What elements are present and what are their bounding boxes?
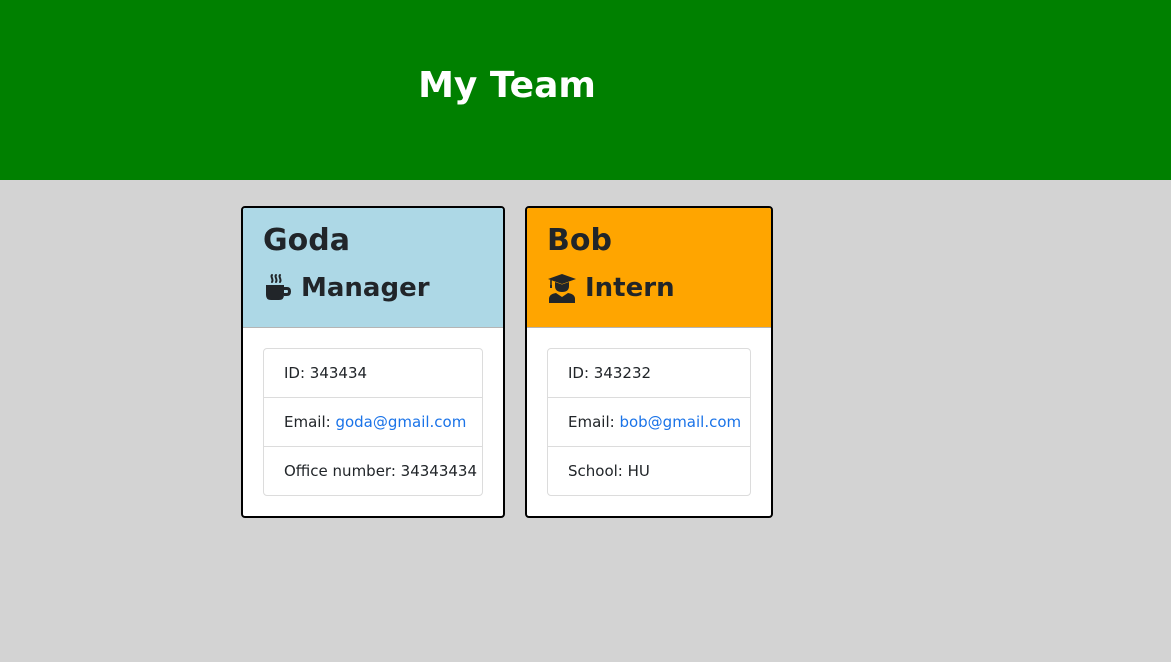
list-item-email: Email: bob@gmail.com — [548, 397, 750, 446]
list-item-email: Email: goda@gmail.com — [264, 397, 482, 446]
email-label: Email: — [284, 413, 336, 431]
card-header: Goda Manager — [243, 208, 503, 328]
role-label: Intern — [585, 273, 675, 303]
employee-name: Goda — [263, 223, 350, 258]
coffee-mug-icon — [263, 273, 293, 303]
list-item-office-number: Office number: 34343434 — [264, 446, 482, 495]
office-number-label: Office number: — [284, 462, 401, 480]
employee-card-intern: Bob Intern ID: 343232 Email: bob@gmail.c… — [525, 206, 773, 518]
email-label: Email: — [568, 413, 620, 431]
id-label: ID: — [568, 364, 594, 382]
page-title: My Team — [418, 65, 596, 106]
graduate-icon — [547, 273, 577, 303]
id-label: ID: — [284, 364, 310, 382]
office-number-value: 34343434 — [400, 462, 478, 480]
id-value: 343434 — [309, 364, 368, 382]
list-item-id: ID: 343434 — [264, 349, 482, 397]
role-label: Manager — [301, 273, 430, 303]
list-item-id: ID: 343232 — [548, 349, 750, 397]
employee-name: Bob — [547, 223, 612, 258]
card-header: Bob Intern — [527, 208, 771, 328]
list-item-school: School: HU — [548, 446, 750, 495]
employee-role: Manager — [263, 270, 430, 306]
school-label: School: — [568, 462, 628, 480]
employee-role: Intern — [547, 270, 675, 306]
employee-details-list: ID: 343434 Email: goda@gmail.com Office … — [263, 348, 483, 496]
email-link[interactable]: goda@gmail.com — [335, 413, 466, 431]
employee-details-list: ID: 343232 Email: bob@gmail.com School: … — [547, 348, 751, 496]
email-link[interactable]: bob@gmail.com — [619, 413, 741, 431]
id-value: 343232 — [593, 364, 652, 382]
employee-card-manager: Goda Manager ID: 343434 Email: goda@gmai… — [241, 206, 505, 518]
school-value: HU — [627, 462, 650, 480]
page-header: My Team — [0, 0, 1171, 180]
